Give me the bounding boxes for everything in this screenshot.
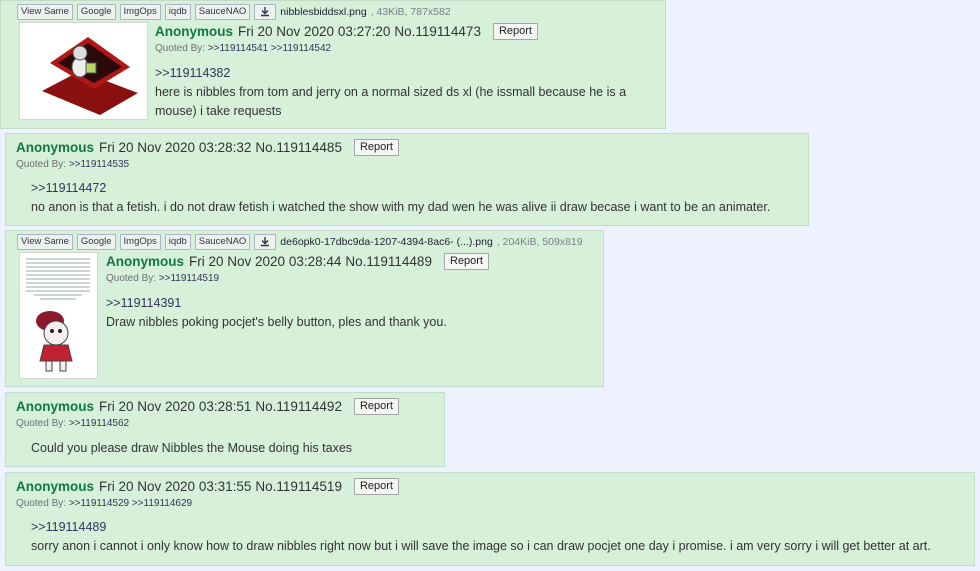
report-button[interactable]: Report — [492, 23, 538, 40]
post-text: sorry anon i cannot i only know how to d… — [31, 539, 931, 553]
download-icon[interactable] — [254, 234, 277, 250]
post-119114519: Anonymous Fri 20 Nov 2020 03:31:55 No.11… — [5, 472, 975, 566]
reply-quote-link[interactable]: >>119114489 — [31, 518, 971, 537]
post-datetime: Fri 20 Nov 2020 03:28:51 — [99, 399, 252, 414]
post-header: Anonymous Fri 20 Nov 2020 03:28:44 No.11… — [106, 253, 489, 270]
post-number-link[interactable]: No.119114485 — [255, 140, 342, 155]
quoted-by-label: Quoted By: — [16, 498, 67, 509]
iqdb-button[interactable]: iqdb — [164, 234, 191, 250]
post-header: Anonymous Fri 20 Nov 2020 03:27:20 No.11… — [155, 23, 538, 40]
post-119114492: Anonymous Fri 20 Nov 2020 03:28:51 No.11… — [5, 392, 445, 467]
google-button[interactable]: Google — [76, 4, 116, 20]
post-text: here is nibbles from tom and jerry on a … — [155, 85, 627, 118]
post-datetime: Fri 20 Nov 2020 03:28:44 — [189, 254, 342, 269]
post-number-link[interactable]: No.119114519 — [255, 479, 342, 494]
quoted-by-links[interactable]: >>119114519 — [159, 273, 219, 284]
post-image-thumbnail[interactable] — [19, 252, 98, 379]
poster-name: Anonymous — [16, 399, 95, 414]
post-image-thumbnail[interactable] — [19, 22, 148, 120]
quoted-by-links[interactable]: >>119114529 >>119114629 — [69, 498, 192, 509]
file-info-bar: View Same Google ImgOps iqdb SauceNAO de… — [17, 234, 583, 250]
poster-name: Anonymous — [16, 140, 95, 155]
report-button[interactable]: Report — [443, 253, 489, 270]
report-button[interactable]: Report — [353, 139, 399, 156]
post-message: >>119114472 no anon is that a fetish. i … — [31, 179, 806, 217]
poster-name: Anonymous — [106, 254, 185, 269]
reply-quote-link[interactable]: >>119114382 — [155, 64, 650, 83]
post-119114473: View Same Google ImgOps iqdb SauceNAO ni… — [0, 0, 666, 129]
quoted-by-label: Quoted By: — [16, 159, 67, 170]
reply-quote-link[interactable]: >>119114472 — [31, 179, 806, 198]
saucenao-button[interactable]: SauceNAO — [194, 4, 251, 20]
post-text: Draw nibbles poking pocjet's belly butto… — [106, 315, 447, 329]
post-number-link[interactable]: No.119114492 — [255, 399, 342, 414]
download-icon[interactable] — [254, 4, 277, 20]
poster-name: Anonymous — [155, 24, 234, 39]
quoted-by: Quoted By: >>119114562 — [16, 418, 129, 429]
post-header: Anonymous Fri 20 Nov 2020 03:31:55 No.11… — [16, 478, 399, 495]
quoted-by-label: Quoted By: — [155, 43, 206, 54]
post-text: Could you please draw Nibbles the Mouse … — [31, 441, 353, 455]
post-datetime: Fri 20 Nov 2020 03:28:32 — [99, 140, 252, 155]
post-119114489: View Same Google ImgOps iqdb SauceNAO de… — [5, 230, 604, 387]
post-text: no anon is that a fetish. i do not draw … — [31, 200, 771, 214]
file-name-link[interactable]: nibblesbiddsxl.png — [280, 6, 366, 18]
google-button[interactable]: Google — [76, 234, 116, 250]
post-number-link[interactable]: No.119114489 — [345, 254, 432, 269]
imgops-button[interactable]: ImgOps — [119, 234, 161, 250]
quoted-by: Quoted By: >>119114529 >>119114629 — [16, 498, 192, 509]
post-119114485: Anonymous Fri 20 Nov 2020 03:28:32 No.11… — [5, 133, 809, 226]
report-button[interactable]: Report — [353, 478, 399, 495]
post-message: Could you please draw Nibbles the Mouse … — [31, 439, 441, 458]
saucenao-button[interactable]: SauceNAO — [194, 234, 251, 250]
post-number-link[interactable]: No.119114473 — [394, 24, 481, 39]
file-info-bar: View Same Google ImgOps iqdb SauceNAO ni… — [17, 4, 451, 20]
quoted-by-label: Quoted By: — [16, 418, 67, 429]
report-button[interactable]: Report — [353, 398, 399, 415]
quoted-by: Quoted By: >>119114541 >>119114542 — [155, 43, 331, 54]
post-message: >>119114489 sorry anon i cannot i only k… — [31, 518, 971, 556]
imgops-button[interactable]: ImgOps — [119, 4, 161, 20]
view-same-button[interactable]: View Same — [17, 234, 73, 250]
file-meta: , 204KiB, 509x819 — [496, 236, 583, 248]
reply-quote-link[interactable]: >>119114391 — [106, 294, 596, 313]
quoted-by-links[interactable]: >>119114541 >>119114542 — [208, 43, 331, 54]
post-message: >>119114391 Draw nibbles poking pocjet's… — [106, 294, 596, 332]
quoted-by-links[interactable]: >>119114535 — [69, 159, 129, 170]
view-same-button[interactable]: View Same — [17, 4, 73, 20]
quoted-by: Quoted By: >>119114519 — [106, 273, 219, 284]
post-datetime: Fri 20 Nov 2020 03:31:55 — [99, 479, 252, 494]
file-name-link[interactable]: de6opk0-17dbc9da-1207-4394-8ac6- (...).p… — [280, 236, 492, 248]
poster-name: Anonymous — [16, 479, 95, 494]
post-message: >>119114382 here is nibbles from tom and… — [155, 64, 650, 121]
quoted-by-label: Quoted By: — [106, 273, 157, 284]
iqdb-button[interactable]: iqdb — [164, 4, 191, 20]
quoted-by: Quoted By: >>119114535 — [16, 159, 129, 170]
post-header: Anonymous Fri 20 Nov 2020 03:28:51 No.11… — [16, 398, 399, 415]
post-datetime: Fri 20 Nov 2020 03:27:20 — [238, 24, 391, 39]
quoted-by-links[interactable]: >>119114562 — [69, 418, 129, 429]
file-meta: , 43KiB, 787x582 — [370, 6, 451, 18]
post-header: Anonymous Fri 20 Nov 2020 03:28:32 No.11… — [16, 139, 399, 156]
